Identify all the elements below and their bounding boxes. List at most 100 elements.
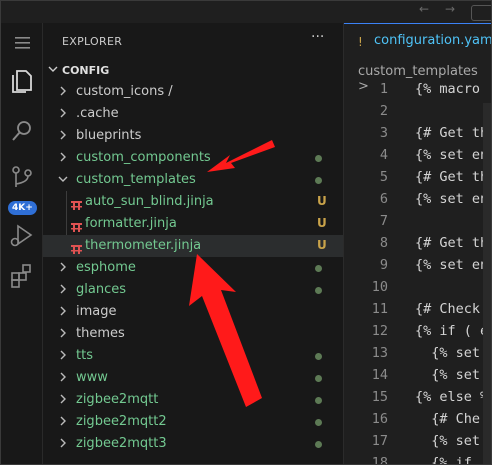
git-status-dot	[315, 177, 322, 184]
files-icon[interactable]	[6, 65, 38, 97]
item-label: auto_sun_blind.jinja	[85, 194, 214, 209]
code-line: {% if	[415, 455, 472, 465]
item-label: glances	[76, 282, 126, 297]
folder-item[interactable]: zigbee2mqtt	[43, 389, 343, 411]
folder-item[interactable]: zigbee2mqtt3	[43, 433, 343, 455]
line-number: 1	[379, 81, 388, 97]
forward-icon[interactable]: →	[445, 2, 455, 16]
code-line: {% set	[415, 345, 481, 361]
code-line: {% macro	[415, 81, 481, 97]
source-control-icon[interactable]	[6, 161, 38, 193]
chevron-right-icon	[60, 372, 66, 382]
vscode-window: ← → 4K+ EXPLORER ··· CONFIG custom_icons…	[0, 0, 492, 465]
item-label: zigbee2mqtt2	[76, 414, 167, 429]
jinja-file-icon	[71, 240, 82, 254]
chevron-right-icon	[60, 306, 66, 316]
folder-item[interactable]: .cache	[43, 103, 343, 125]
chevron-right-icon	[60, 130, 66, 140]
git-status-dot	[315, 353, 322, 360]
git-status-dot	[315, 397, 322, 404]
folder-item[interactable]: esphome	[43, 257, 343, 279]
tab-bar: ! configuration.yaml	[344, 23, 492, 59]
line-number: 3	[379, 125, 388, 141]
line-number: 10	[371, 279, 388, 295]
line-number: 7	[379, 213, 388, 229]
item-label: tts	[76, 348, 93, 363]
git-status-dot	[315, 419, 322, 426]
yaml-file-icon: !	[358, 35, 363, 49]
item-label: image	[76, 304, 117, 319]
code-line: {% else %	[415, 389, 489, 405]
line-number: 15	[371, 389, 388, 405]
chevron-right-icon	[60, 262, 66, 272]
source-control-badge: 4K+	[8, 201, 37, 215]
git-status-dot	[315, 287, 322, 294]
explorer-sidebar: EXPLORER ··· CONFIG custom_icons / .cache…	[43, 23, 343, 464]
git-untracked-badge: U	[317, 238, 327, 252]
tab-label: configuration.yaml	[374, 33, 492, 48]
chevron-right-icon	[60, 284, 66, 294]
run-debug-icon[interactable]	[6, 219, 38, 251]
file-item[interactable]: formatter.jinja U	[43, 213, 343, 235]
code-line: {# Get th	[415, 235, 489, 251]
git-status-dot	[315, 265, 322, 272]
chevron-right-icon	[60, 350, 66, 360]
chevron-right-icon	[60, 416, 66, 426]
line-number: 11	[371, 301, 388, 317]
jinja-file-icon	[71, 196, 82, 210]
code-line: {# Get th	[415, 125, 489, 141]
file-item[interactable]: thermometer.jinja U	[43, 235, 343, 257]
line-number: 5	[379, 169, 388, 185]
folder-item[interactable]: custom_icons /	[43, 81, 343, 103]
code-line: {% if ( e	[415, 323, 489, 339]
item-label: esphome	[76, 260, 136, 275]
tab-configuration-yaml[interactable]: ! configuration.yaml	[344, 23, 492, 59]
search-icon[interactable]	[6, 115, 38, 147]
folder-item[interactable]: blueprints	[43, 125, 343, 147]
code-line: {# Check	[415, 301, 481, 317]
item-label: thermometer.jinja	[85, 238, 202, 253]
item-label: custom_components	[76, 150, 211, 165]
code-line: {# Che	[415, 411, 481, 427]
item-label: custom_icons /	[76, 84, 173, 99]
folder-item[interactable]: www	[43, 367, 343, 389]
folder-item[interactable]: zigbee2mqtt2	[43, 411, 343, 433]
line-number: 18	[371, 455, 388, 465]
line-number: 8	[379, 235, 388, 251]
line-number: 13	[371, 345, 388, 361]
item-label: formatter.jinja	[85, 216, 177, 231]
activity-bar: 4K+	[1, 23, 43, 464]
item-label: custom_templates	[76, 172, 196, 187]
folder-item[interactable]: custom_components	[43, 147, 343, 169]
vertical-scrollbar[interactable]	[483, 103, 491, 464]
jinja-file-icon	[71, 218, 82, 232]
line-number: 6	[379, 191, 388, 207]
file-item[interactable]: auto_sun_blind.jinja U	[43, 191, 343, 213]
chevron-down-icon	[58, 176, 68, 182]
root-folder-label: CONFIG	[62, 64, 110, 77]
extensions-icon[interactable]	[6, 259, 38, 291]
folder-item[interactable]: image	[43, 301, 343, 323]
folder-item[interactable]: themes	[43, 323, 343, 345]
git-status-dot	[315, 155, 322, 162]
code-line: {% set	[415, 367, 481, 383]
folder-item[interactable]: tts	[43, 345, 343, 367]
git-status-dot	[315, 375, 322, 382]
line-number: 12	[371, 323, 388, 339]
chevron-right-icon	[60, 394, 66, 404]
editor-pane: ! configuration.yaml custom_templates > …	[343, 23, 492, 465]
more-actions-icon[interactable]: ···	[311, 29, 324, 45]
chevron-right-icon	[60, 86, 66, 96]
code-line: {% set en	[415, 191, 489, 207]
code-line: {% set	[415, 433, 481, 449]
item-label: themes	[76, 326, 125, 341]
item-label: zigbee2mqtt3	[76, 436, 167, 451]
back-icon[interactable]: ←	[419, 2, 429, 16]
folder-item[interactable]: custom_templates	[43, 169, 343, 191]
explorer-root-config[interactable]: CONFIG	[43, 59, 343, 81]
layout-icon[interactable]	[471, 5, 491, 21]
code-line: {% set en	[415, 257, 489, 273]
line-number: 9	[379, 257, 388, 273]
folder-item[interactable]: glances	[43, 279, 343, 301]
menu-icon[interactable]	[6, 27, 38, 59]
